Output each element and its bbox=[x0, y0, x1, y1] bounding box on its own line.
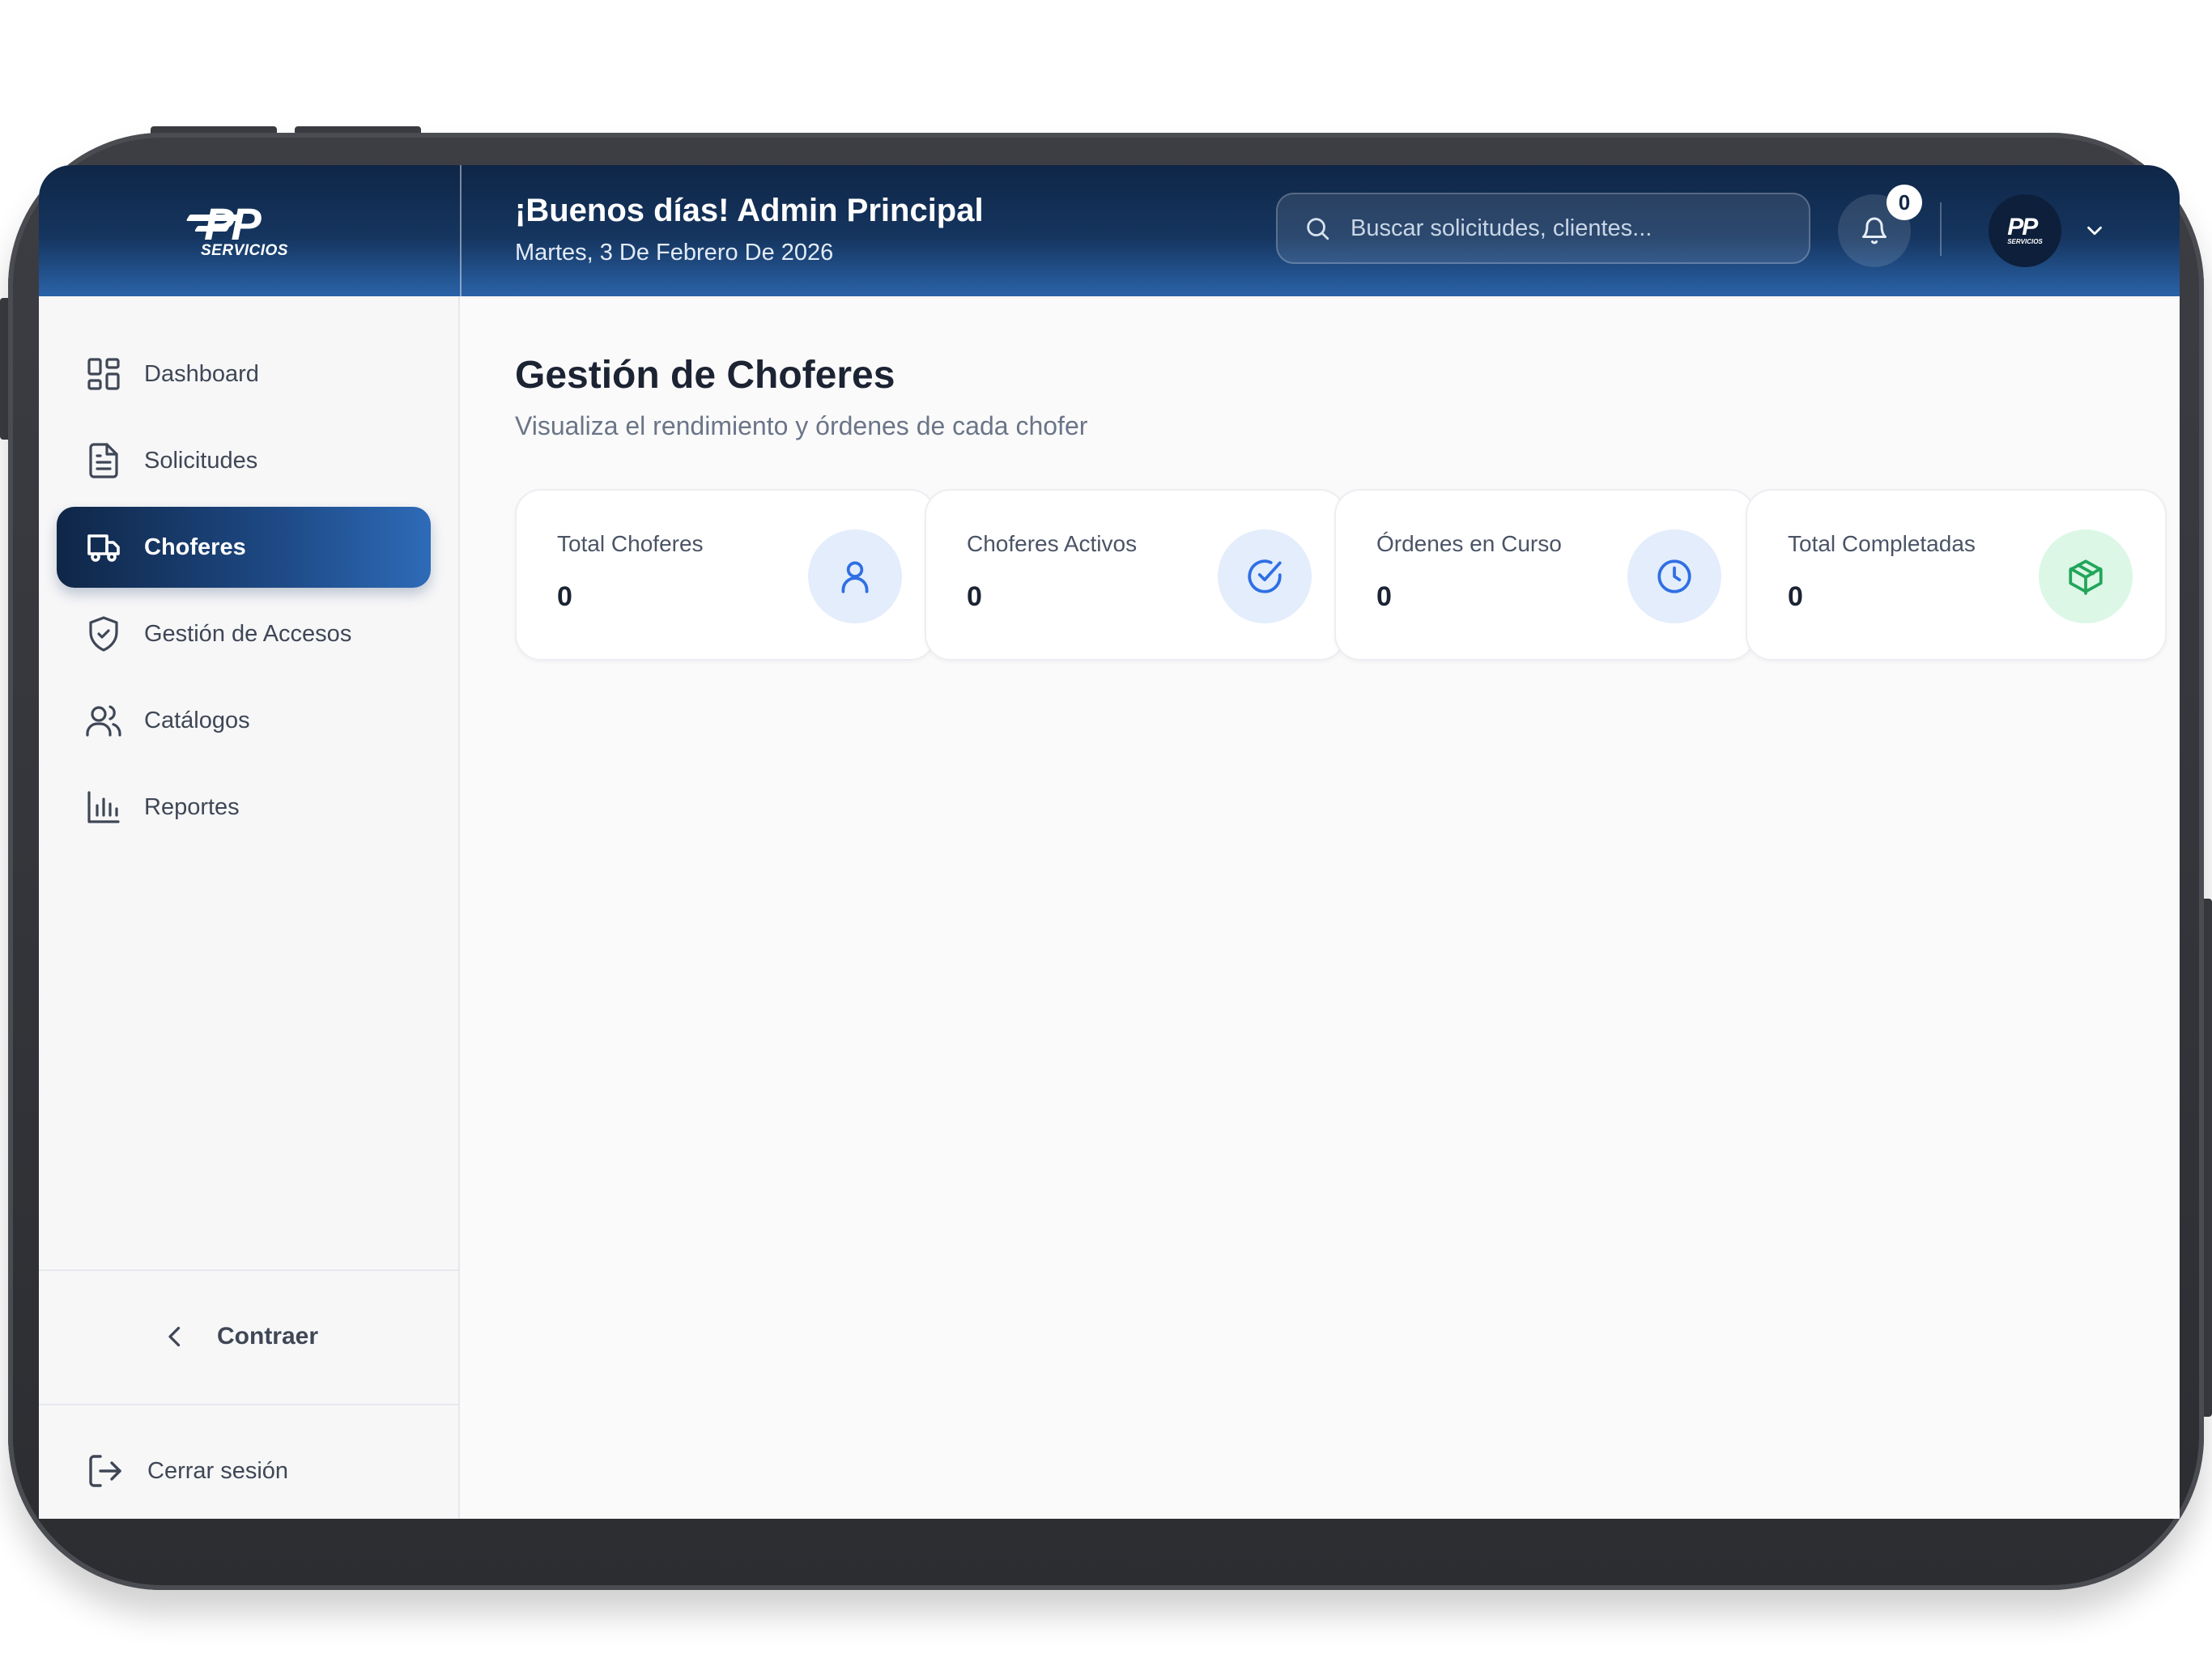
sidebar-item-choferes[interactable]: Choferes bbox=[57, 507, 431, 588]
stat-card-label: Total Completadas bbox=[1788, 531, 1976, 556]
sidebar-item-label: Gestión de Accesos bbox=[144, 620, 352, 647]
sidebar-item-dashboard[interactable]: Dashboard bbox=[57, 334, 431, 414]
stat-card-total-choferes: Total Choferes 0 bbox=[515, 489, 936, 661]
collapse-label: Contraer bbox=[217, 1323, 319, 1350]
sidebar-item-label: Dashboard bbox=[144, 360, 259, 387]
header-divider bbox=[1940, 202, 1942, 256]
sidebar-divider bbox=[39, 1404, 458, 1405]
sidebar-item-solicitudes[interactable]: Solicitudes bbox=[57, 420, 431, 501]
avatar-subtitle: SERVICIOS bbox=[2007, 238, 2043, 245]
user-icon bbox=[841, 561, 869, 593]
dashboard-icon bbox=[87, 358, 120, 390]
stat-card-badge bbox=[1627, 529, 1721, 623]
sidebar-item-label: Catálogos bbox=[144, 707, 250, 733]
app-screen: PP SERVICIOS ¡Buenos días! Admin Princip… bbox=[39, 165, 2180, 1519]
power-button bbox=[2204, 899, 2212, 1417]
brand-logo[interactable]: PP SERVICIOS bbox=[185, 198, 306, 261]
search-input[interactable] bbox=[1349, 214, 1773, 243]
logout-button[interactable]: Cerrar sesión bbox=[86, 1443, 288, 1499]
chevron-left-icon bbox=[168, 1326, 181, 1347]
sidebar-item-label: Choferes bbox=[144, 534, 246, 560]
sidebar-item-catalogos[interactable]: Catálogos bbox=[57, 680, 431, 761]
stat-card-badge bbox=[808, 529, 902, 623]
stat-card-total-completadas: Total Completadas 0 bbox=[1746, 489, 2167, 661]
users-icon bbox=[86, 705, 121, 737]
sidebar: Dashboard Solicitudes Choferes Gestión d… bbox=[39, 296, 460, 1519]
bar-chart-icon bbox=[87, 791, 120, 823]
notification-count-badge: 0 bbox=[1887, 185, 1922, 220]
stat-card-label: Órdenes en Curso bbox=[1376, 531, 1562, 556]
document-icon bbox=[89, 443, 118, 478]
stat-card-badge bbox=[1218, 529, 1312, 623]
greeting-block: ¡Buenos días! Admin Principal Martes, 3 … bbox=[515, 189, 984, 270]
check-circle-icon bbox=[1248, 559, 1282, 593]
box-icon bbox=[2069, 559, 2103, 595]
page-subtitle: Visualiza el rendimiento y órdenes de ca… bbox=[515, 411, 1088, 440]
user-avatar[interactable]: PP SERVICIOS bbox=[1989, 194, 2061, 267]
sidebar-item-label: Reportes bbox=[144, 793, 240, 820]
stat-card-value: 0 bbox=[1376, 581, 1392, 612]
stat-card-value: 0 bbox=[1788, 581, 1803, 612]
collapse-sidebar-button[interactable]: Contraer bbox=[160, 1308, 318, 1365]
greeting-date: Martes, 3 De Febrero De 2026 bbox=[515, 240, 834, 266]
bell-icon bbox=[1862, 217, 1887, 244]
stat-card-value: 0 bbox=[557, 581, 572, 612]
stat-card-ordenes-curso: Órdenes en Curso 0 bbox=[1334, 489, 1755, 661]
logo-subtitle: SERVICIOS bbox=[201, 242, 288, 259]
logout-label: Cerrar sesión bbox=[147, 1457, 289, 1484]
stat-card-value: 0 bbox=[967, 581, 982, 612]
logo-text: PP bbox=[204, 198, 262, 249]
sidebar-item-label: Solicitudes bbox=[144, 447, 258, 474]
clock-icon bbox=[1657, 559, 1691, 593]
stat-card-label: Total Choferes bbox=[557, 531, 704, 556]
search-box[interactable] bbox=[1276, 193, 1810, 264]
chevron-down-icon[interactable] bbox=[2082, 219, 2107, 243]
page-title: Gestión de Choferes bbox=[515, 354, 895, 397]
shield-icon bbox=[89, 616, 118, 652]
stat-card-badge bbox=[2039, 529, 2133, 623]
top-header: PP SERVICIOS ¡Buenos días! Admin Princip… bbox=[39, 165, 2180, 296]
sidebar-item-reportes[interactable]: Reportes bbox=[57, 767, 431, 848]
stat-card-choferes-activos: Choferes Activos 0 bbox=[925, 489, 1346, 661]
stat-card-label: Choferes Activos bbox=[967, 531, 1138, 556]
sidebar-item-accesos[interactable]: Gestión de Accesos bbox=[57, 593, 431, 674]
avatar-text: PP bbox=[2007, 214, 2038, 240]
search-icon bbox=[1307, 218, 1329, 240]
sidebar-divider bbox=[39, 1269, 458, 1271]
side-button bbox=[0, 298, 8, 440]
truck-icon bbox=[87, 534, 120, 562]
logout-icon bbox=[89, 1455, 121, 1487]
greeting-title: ¡Buenos días! Admin Principal bbox=[515, 193, 984, 228]
logo-area: PP SERVICIOS bbox=[39, 165, 462, 296]
